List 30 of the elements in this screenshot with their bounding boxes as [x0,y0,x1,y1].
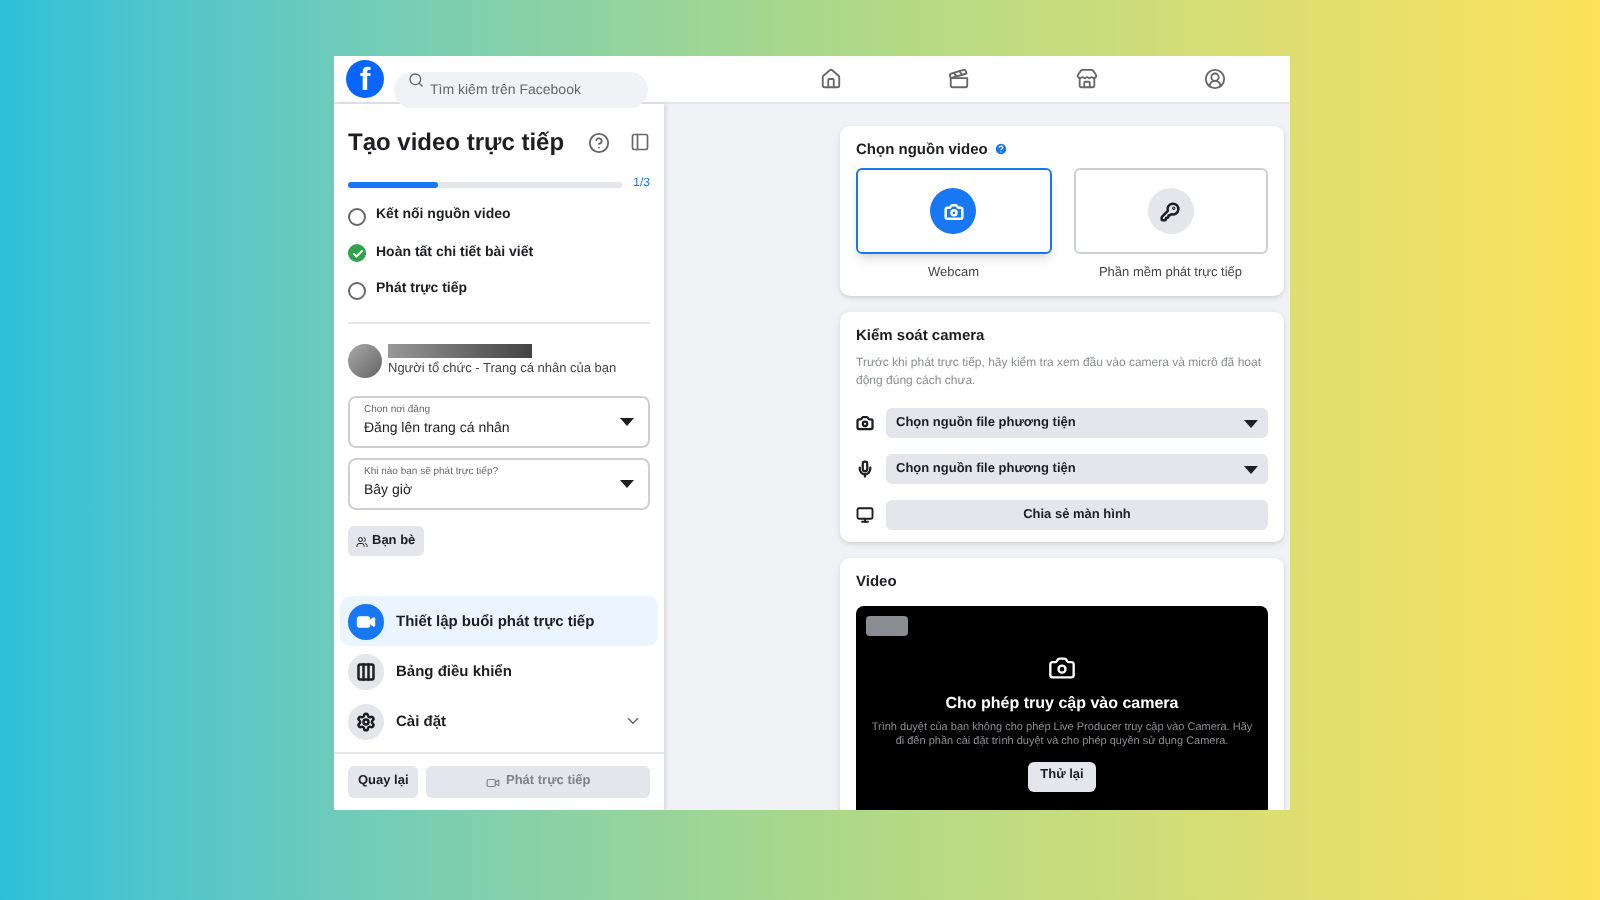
caret-icon [620,480,634,489]
source-option[interactable] [856,168,1051,255]
key-icon [1147,188,1194,235]
people-icon [356,535,368,548]
camera-icon [856,414,874,433]
preview-badge [866,616,908,637]
columns-icon [348,653,384,689]
camera-icon [1048,654,1076,683]
caret-icon [620,418,634,427]
profile-icon[interactable] [1203,68,1226,90]
panel-icon[interactable] [630,132,650,152]
microphone-icon [856,460,874,479]
caret-icon [1244,419,1258,428]
settings-icon [348,703,384,739]
monitor-icon [856,506,874,525]
video-camera-icon [486,775,500,789]
video-icon[interactable] [948,68,971,90]
facebook-logo[interactable]: f [346,60,384,98]
preview-heading: Cho phép truy cập vào camera [945,692,1179,717]
camera-icon [930,188,977,235]
home-icon[interactable] [820,68,843,90]
sidebar-title: Tạo video trực tiếp [348,126,567,160]
store-icon[interactable] [1075,68,1098,90]
blurred-name-bar [388,343,532,357]
video-camera-icon [348,603,384,639]
chevron-down-icon [624,712,642,730]
caret-icon [1244,465,1258,474]
help-icon[interactable] [588,131,610,153]
search-icon [408,71,424,87]
avatar [348,343,382,378]
